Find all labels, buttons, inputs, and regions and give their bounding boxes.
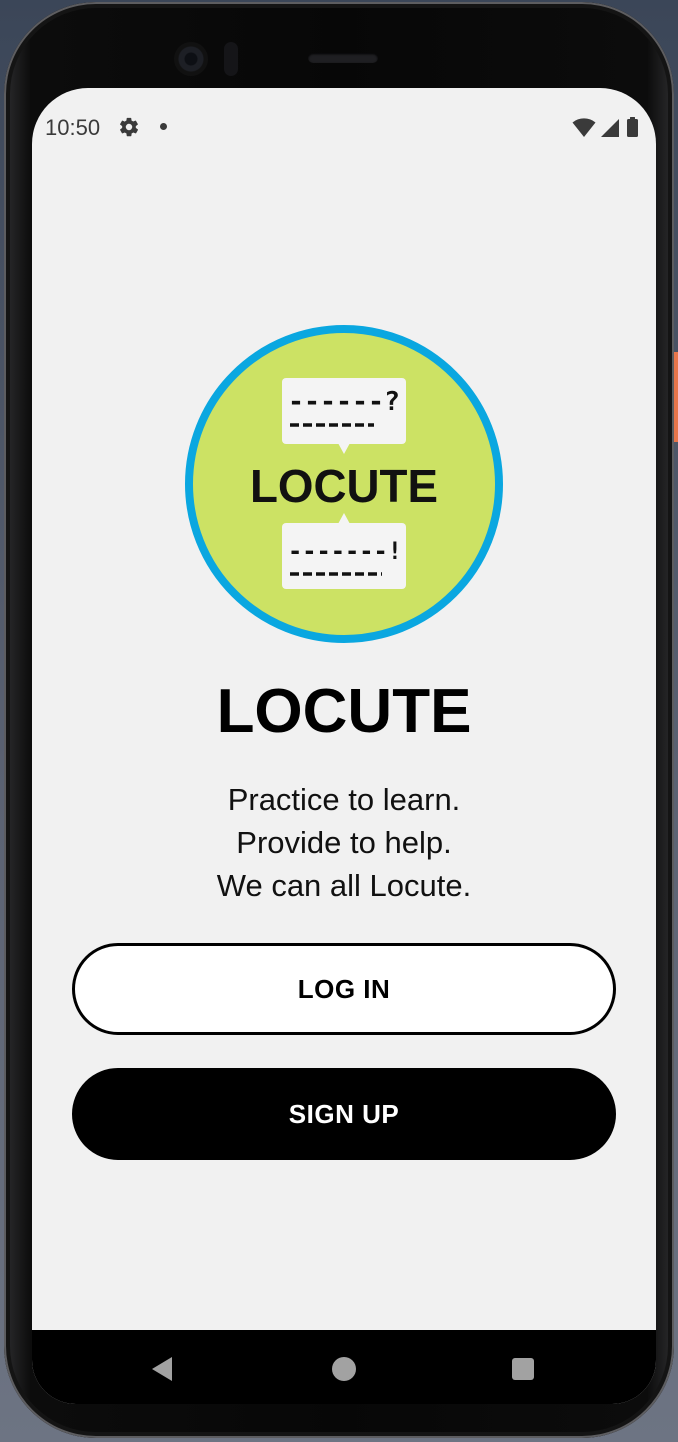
earpiece-speaker (308, 53, 378, 63)
log-in-label: LOG IN (297, 973, 391, 1004)
tagline-line-1: Practice to learn. (227, 782, 461, 817)
app-screen: 10:50 ------? LOCUTE -------! LOCUTE Pra… (32, 88, 656, 1404)
tagline-line-3: We can all Locute. (216, 868, 472, 903)
locute-logo: ------? LOCUTE -------! (185, 325, 503, 643)
back-icon[interactable] (150, 1356, 174, 1382)
recents-icon[interactable] (512, 1358, 534, 1380)
bottom-bubble-text: -------! (288, 537, 402, 565)
sign-up-button[interactable]: SIGN UP (72, 1068, 616, 1160)
app-title: LOCUTE (216, 677, 472, 746)
navigation-bar (32, 1330, 656, 1404)
gear-icon (120, 117, 138, 137)
battery-icon (627, 119, 638, 137)
tagline: Practice to learn. Provide to help. We c… (32, 778, 656, 907)
status-clock: 10:50 (45, 115, 101, 140)
top-speech-bubble: ------? (282, 378, 406, 454)
tagline-line-2: Provide to help. (236, 825, 452, 860)
cell-signal-icon (601, 119, 619, 137)
phone-frame: 10:50 ------? LOCUTE -------! LOCUTE Pra… (4, 2, 674, 1438)
status-bar: 10:50 (32, 88, 656, 166)
status-icons (572, 117, 638, 137)
notification-dot-icon (160, 123, 167, 130)
wifi-icon (572, 118, 596, 137)
sensor (224, 42, 238, 76)
sign-up-label: SIGN UP (288, 1098, 400, 1129)
log-in-button[interactable]: LOG IN (72, 943, 616, 1035)
home-icon[interactable] (332, 1357, 356, 1381)
top-bubble-text: ------? (288, 387, 400, 417)
camera-icon (174, 42, 208, 76)
bottom-speech-bubble: -------! (282, 513, 406, 589)
logo-wordmark: LOCUTE (250, 460, 438, 512)
